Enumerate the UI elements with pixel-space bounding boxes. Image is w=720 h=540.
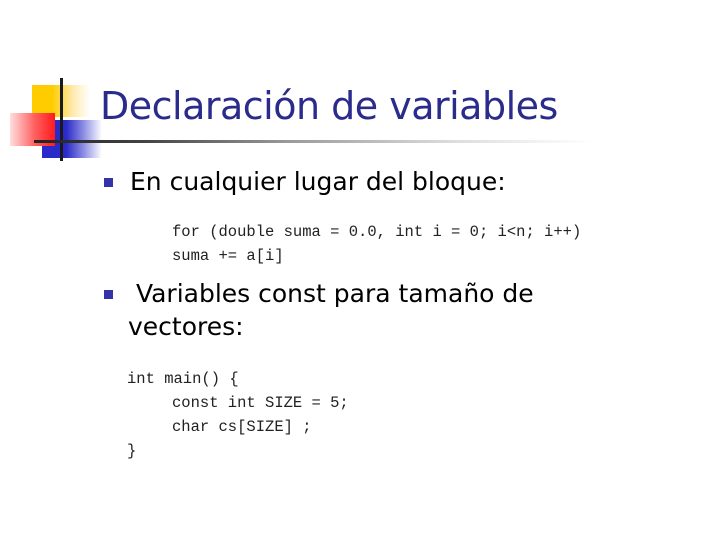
code-line: for (double suma = 0.0, int i = 0; i<n; … [172, 223, 582, 241]
code-line: char cs[SIZE] ; [172, 418, 312, 436]
bullet-text-line: vectores: [128, 312, 244, 341]
bullet-text: Variables const para tamaño de vectores: [128, 277, 534, 343]
code-line: const int SIZE = 5; [172, 394, 349, 412]
decoration-vertical-line [60, 78, 63, 161]
square-bullet-icon [104, 290, 113, 299]
title-underline [34, 140, 594, 143]
code-line: int main() { [127, 370, 239, 388]
square-bullet-icon [104, 178, 113, 187]
code-line: } [127, 442, 137, 460]
code-block: int main() { const int SIZE = 5; char cs[S… [127, 367, 349, 463]
bullet-text-line: Variables const para tamaño de [128, 279, 534, 308]
code-line: suma += a[i] [172, 247, 284, 265]
bullet-text: En cualquier lugar del bloque: [130, 167, 506, 196]
slide-title: Declaración de variables [100, 84, 558, 128]
code-block: for (double suma = 0.0, int i = 0; i<n; … [172, 220, 581, 268]
